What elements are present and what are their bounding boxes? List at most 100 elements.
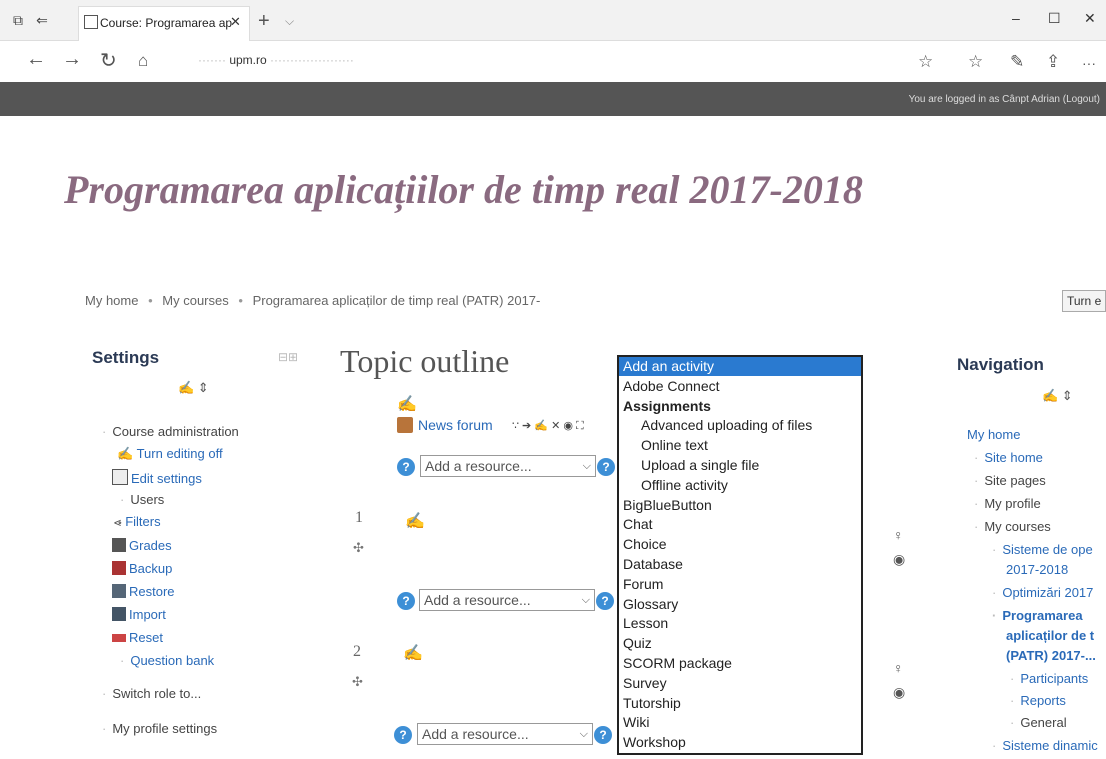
back-arrow-icon[interactable]: ← — [26, 48, 46, 71]
nav-reports[interactable]: · Reports — [1010, 693, 1066, 708]
lightbulb-icon[interactable]: ♀ — [893, 527, 904, 543]
add-resource-select[interactable]: Add a resource... ⌵ — [420, 455, 596, 477]
activity-option[interactable]: Forum — [623, 575, 663, 594]
favorites-list-icon[interactable]: ☆ — [968, 52, 983, 72]
help-icon[interactable]: ? — [397, 592, 415, 610]
nav-general[interactable]: · General — [1010, 715, 1067, 730]
nav-course-optimizari[interactable]: · Optimizări 2017 — [992, 585, 1093, 600]
my-profile-settings-node[interactable]: · My profile settings — [102, 721, 217, 736]
activity-option[interactable]: BigBlueButton — [623, 496, 712, 515]
url-field[interactable]: ······· upm.ro ····················· — [198, 53, 354, 67]
block-controls-icon[interactable]: ⊟⊞ — [278, 350, 298, 364]
login-info[interactable]: You are logged in as Cânpt Adrian (Logou… — [909, 94, 1100, 105]
breadcrumb-course[interactable]: Programarea aplicaților de timp real (PA… — [253, 293, 541, 308]
add-resource-select[interactable]: Add a resource... ⌵ — [417, 723, 593, 745]
grades-icon — [112, 538, 126, 552]
edit-hand-icon[interactable]: ✍ — [397, 394, 417, 414]
activity-option[interactable]: Quiz — [623, 634, 652, 653]
nav-my-courses-label: My courses — [984, 519, 1051, 534]
home-icon[interactable]: ⌂ — [138, 51, 148, 71]
switch-role-node[interactable]: · Switch role to... — [102, 686, 201, 701]
filters-link[interactable]: ⩹ Filters — [114, 514, 161, 530]
news-forum-link[interactable]: News forum — [418, 417, 493, 433]
turn-editing-button[interactable]: Turn e — [1062, 290, 1106, 312]
share-icon[interactable]: ⇪ — [1046, 52, 1060, 72]
turn-editing-off-link[interactable]: ✍ Turn editing off — [117, 446, 223, 462]
add-resource-select[interactable]: Add a resource... ⌵ — [419, 589, 595, 611]
activity-option[interactable]: Choice — [623, 535, 667, 554]
nav-site-home[interactable]: · Site home — [974, 450, 1043, 465]
nav-participants[interactable]: · Participants — [1010, 671, 1088, 686]
activity-option[interactable]: Lesson — [623, 614, 668, 633]
nav-course-current-line3[interactable]: (PATR) 2017-... — [1006, 648, 1096, 663]
grades-link[interactable]: Grades — [112, 538, 172, 553]
activity-option[interactable]: Offline activity — [641, 476, 728, 495]
tab-aside-icon[interactable]: ⇐ — [34, 12, 50, 28]
help-icon[interactable]: ? — [594, 726, 612, 744]
chevron-down-icon[interactable]: ⌵ — [285, 14, 294, 29]
activity-option[interactable]: Add an activity — [619, 357, 861, 376]
forum-icon — [397, 417, 413, 433]
help-icon[interactable]: ? — [394, 726, 412, 744]
forward-arrow-icon[interactable]: → — [62, 48, 82, 71]
activity-option[interactable]: Workshop — [623, 733, 686, 752]
activity-option[interactable]: Survey — [623, 674, 667, 693]
edit-hand-icon[interactable]: ✍ — [403, 643, 423, 663]
help-icon[interactable]: ? — [597, 458, 615, 476]
lightbulb-icon[interactable]: ♀ — [893, 660, 904, 676]
import-link[interactable]: Import — [112, 607, 166, 622]
activity-edit-icons[interactable]: ∵ ➔ ✍ ✕ ◉ ⛶ — [512, 419, 584, 433]
nav-my-courses[interactable]: · My courses — [974, 519, 1051, 534]
activity-option[interactable]: Tutorship — [623, 694, 681, 713]
tab-close-icon[interactable]: ✕ — [230, 14, 241, 30]
edit-hand-icon[interactable]: ✍ — [405, 511, 425, 531]
more-icon[interactable]: ··· — [1082, 55, 1096, 71]
help-icon[interactable]: ? — [596, 592, 614, 610]
activity-option[interactable]: Upload a single file — [641, 456, 759, 475]
nav-site-pages[interactable]: · Site pages — [974, 473, 1046, 488]
activity-option[interactable]: SCORM package — [623, 654, 732, 673]
new-tab-icon[interactable]: + — [258, 10, 270, 33]
add-resource-label: Add a resource... — [422, 726, 529, 742]
refresh-icon[interactable]: ↻ — [100, 48, 117, 73]
move-icon[interactable]: ✣ — [353, 540, 364, 556]
help-icon[interactable]: ? — [397, 458, 415, 476]
edit-settings-link[interactable]: Edit settings — [112, 469, 202, 486]
nav-my-home[interactable]: My home — [967, 427, 1020, 442]
breadcrumb: My home • My courses • Programarea aplic… — [85, 293, 540, 308]
question-bank-node[interactable]: · Question bank — [120, 653, 214, 668]
move-icon[interactable]: ✣ — [352, 674, 363, 690]
nav-course-current-line2[interactable]: aplicaților de t — [1006, 628, 1094, 643]
nav-my-profile[interactable]: · My profile — [974, 496, 1041, 511]
activity-option[interactable]: Online text — [641, 436, 708, 455]
nav-course-sisteme-dinamic[interactable]: · Sisteme dinamic — [992, 738, 1098, 753]
nav-course-year[interactable]: 2017-2018 — [1006, 562, 1068, 577]
add-activity-dropdown[interactable]: Add an activity Adobe Connect Assignments A… — [617, 355, 863, 755]
nav-course-current[interactable]: · Programarea — [992, 608, 1083, 623]
activity-option[interactable]: Wiki — [623, 713, 649, 732]
edit-hand-icon[interactable]: ✍ ⇕ — [1042, 388, 1073, 404]
activity-option[interactable]: Adobe Connect — [623, 377, 720, 396]
eye-icon[interactable]: ◉ — [893, 551, 905, 568]
activity-option[interactable]: Advanced uploading of files — [641, 416, 812, 435]
breadcrumb-my-courses[interactable]: My courses — [162, 293, 228, 308]
activity-option[interactable]: Glossary — [623, 595, 678, 614]
eye-icon[interactable]: ◉ — [893, 684, 905, 701]
reset-link[interactable]: Reset — [112, 630, 163, 645]
favorite-star-icon[interactable]: ☆ — [918, 52, 933, 72]
course-admin-node[interactable]: · Course administration — [102, 424, 239, 439]
activity-option[interactable]: Database — [623, 555, 683, 574]
backup-link[interactable]: Backup — [112, 561, 172, 576]
maximize-icon[interactable]: ☐ — [1048, 10, 1061, 27]
edit-hand-icon[interactable]: ✍ ⇕ — [178, 380, 209, 396]
window-close-icon[interactable]: ✕ — [1084, 10, 1096, 27]
nav-course-sisteme-ope[interactable]: · Sisteme de ope — [992, 542, 1093, 557]
tab-preview-icon[interactable]: ⧉ — [10, 12, 26, 28]
reset-icon — [112, 634, 126, 642]
restore-link[interactable]: Restore — [112, 584, 175, 599]
pen-icon[interactable]: ✎ — [1010, 52, 1024, 72]
breadcrumb-my-home[interactable]: My home — [85, 293, 138, 308]
minimize-icon[interactable]: – — [1012, 10, 1020, 26]
activity-option[interactable]: Chat — [623, 515, 653, 534]
users-node[interactable]: · Users — [120, 492, 164, 507]
